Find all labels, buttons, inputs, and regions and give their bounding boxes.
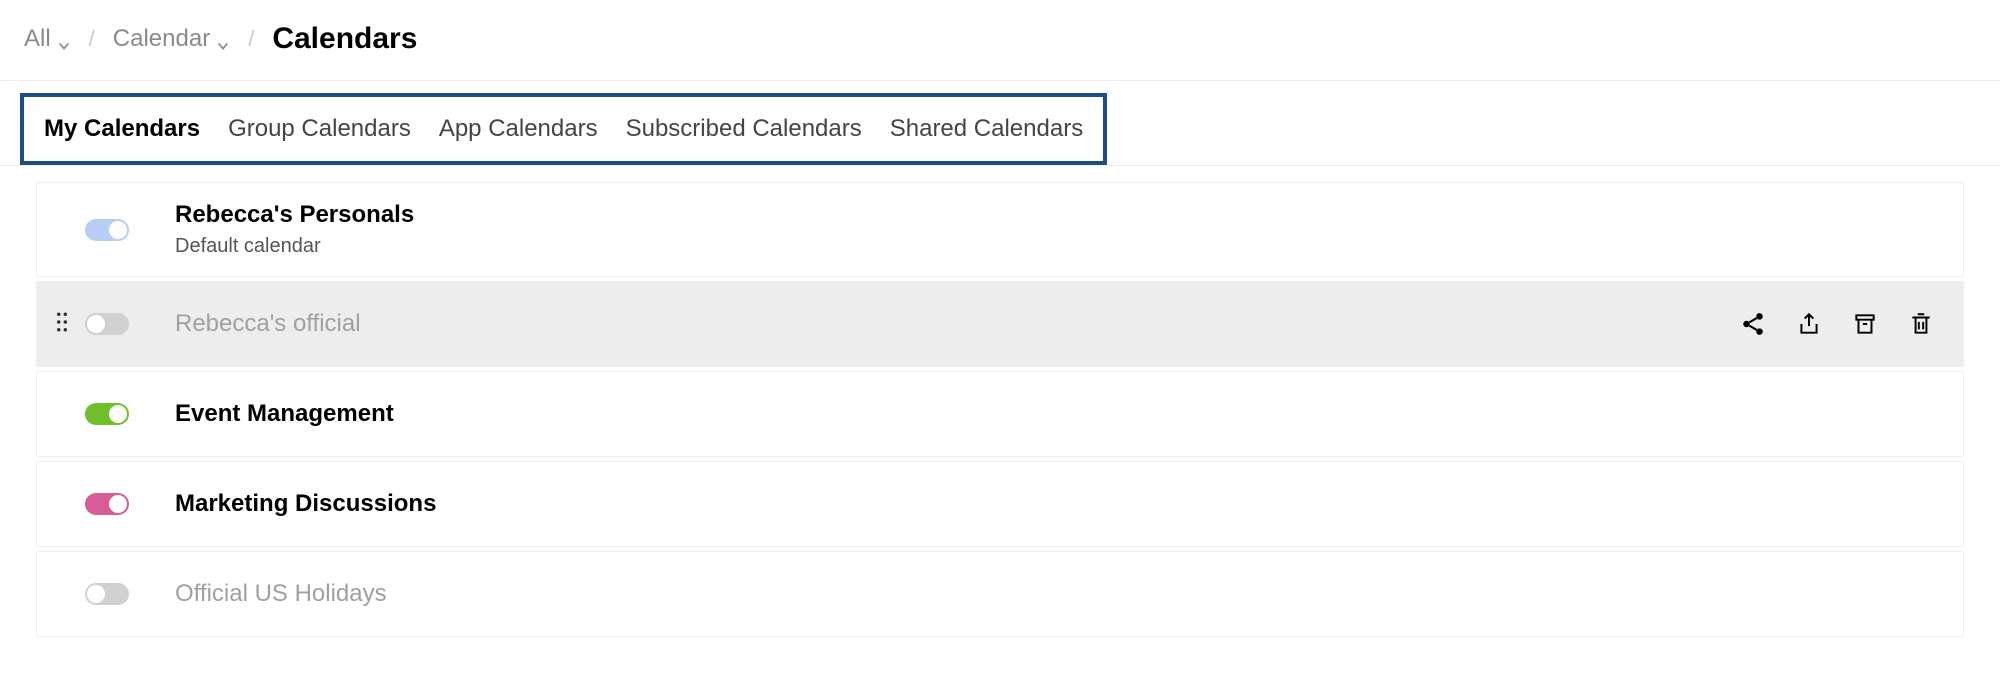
calendar-list: Rebecca's Personals Default calendar Reb… [0, 166, 2000, 637]
calendar-name: Official US Holidays [175, 580, 1739, 608]
calendar-row[interactable]: Marketing Discussions [36, 461, 1964, 547]
toggle-knob [109, 495, 127, 513]
tab-subscribed-calendars[interactable]: Subscribed Calendars [626, 115, 862, 143]
tabs-container: My Calendars Group Calendars App Calenda… [0, 81, 2000, 166]
archive-icon[interactable] [1851, 310, 1879, 338]
calendar-toggle[interactable] [85, 493, 129, 515]
tabs: My Calendars Group Calendars App Calenda… [20, 93, 1107, 165]
share-icon[interactable] [1739, 310, 1767, 338]
toggle-knob [87, 315, 105, 333]
calendar-toggle[interactable] [85, 313, 129, 335]
calendar-toggle[interactable] [85, 583, 129, 605]
calendar-subtitle: Default calendar [175, 235, 1739, 258]
breadcrumb-separator: / [89, 26, 95, 52]
calendar-row[interactable]: Rebecca's Personals Default calendar [36, 182, 1964, 277]
row-actions [1739, 310, 1943, 338]
calendar-toggle[interactable] [85, 403, 129, 425]
calendar-row[interactable]: Event Management [36, 371, 1964, 457]
toggle-knob [109, 221, 127, 239]
tab-shared-calendars[interactable]: Shared Calendars [890, 115, 1083, 143]
export-icon[interactable] [1795, 310, 1823, 338]
breadcrumb-parent-label: Calendar [113, 25, 210, 53]
calendar-name: Marketing Discussions [175, 490, 1739, 518]
calendar-toggle [85, 219, 129, 241]
breadcrumb-root-label: All [24, 25, 51, 53]
calendar-name: Rebecca's official [175, 310, 1739, 338]
calendar-name: Rebecca's Personals [175, 201, 1739, 229]
page-title: Calendars [272, 22, 417, 56]
breadcrumb: All / Calendar / Calendars [0, 0, 2000, 81]
chevron-down-icon [216, 32, 230, 46]
toggle-knob [87, 585, 105, 603]
breadcrumb-root[interactable]: All [24, 25, 71, 53]
calendar-row[interactable]: Rebecca's official [36, 281, 1964, 367]
tab-my-calendars[interactable]: My Calendars [44, 115, 200, 143]
drag-handle-icon[interactable] [55, 311, 69, 338]
delete-icon[interactable] [1907, 310, 1935, 338]
tab-group-calendars[interactable]: Group Calendars [228, 115, 411, 143]
breadcrumb-separator: / [248, 26, 254, 52]
tab-app-calendars[interactable]: App Calendars [439, 115, 598, 143]
calendar-row[interactable]: Official US Holidays [36, 551, 1964, 637]
calendar-name: Event Management [175, 400, 1739, 428]
breadcrumb-parent[interactable]: Calendar [113, 25, 230, 53]
chevron-down-icon [57, 32, 71, 46]
toggle-knob [109, 405, 127, 423]
